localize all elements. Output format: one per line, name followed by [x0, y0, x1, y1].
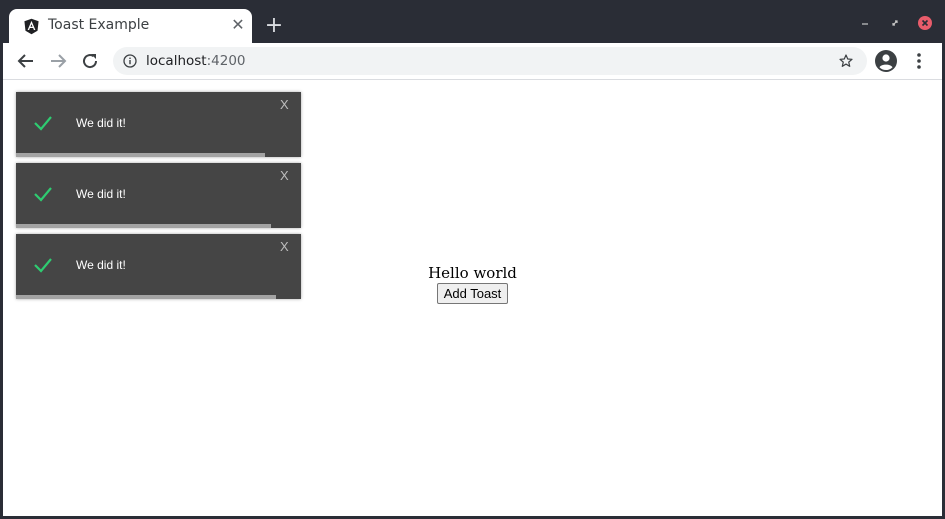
close-window-icon[interactable] [916, 14, 934, 32]
info-icon[interactable] [123, 54, 137, 68]
profile-avatar-icon[interactable] [874, 49, 898, 73]
angular-icon [24, 18, 39, 35]
reload-icon[interactable] [78, 49, 102, 73]
toast[interactable]: We did it! X [16, 163, 301, 228]
back-arrow-icon[interactable] [14, 49, 38, 73]
check-icon [34, 116, 52, 131]
toast-close-button[interactable]: X [280, 97, 289, 112]
minimize-icon[interactable] [856, 14, 874, 32]
toast-close-button[interactable]: X [280, 239, 289, 254]
url-text[interactable]: localhost:4200 [146, 53, 246, 69]
browser-toolbar: localhost:4200 [3, 43, 942, 80]
toast-close-button[interactable]: X [280, 168, 289, 183]
url-host: localhost [146, 53, 207, 69]
toast-progress-bar [16, 224, 271, 228]
page-content: We did it! X We did it! X We did it! X H… [3, 80, 942, 516]
toast-progress-bar [16, 153, 266, 157]
toast[interactable]: We did it! X [16, 92, 301, 157]
forward-arrow-icon[interactable] [46, 49, 70, 73]
hello-heading: Hello world [428, 264, 517, 282]
tab-close-icon[interactable]: ✕ [228, 15, 248, 35]
main-content: Hello world Add Toast [3, 264, 942, 304]
toast-message: We did it! [76, 187, 126, 201]
address-bar[interactable]: localhost:4200 [113, 47, 867, 75]
bookmark-star-icon[interactable] [838, 53, 854, 69]
browser-window: Toast Example ✕ + localhost:4200 We did … [3, 2, 942, 516]
tab-title: Toast Example [48, 17, 150, 33]
check-icon [34, 187, 52, 202]
new-tab-button[interactable]: + [262, 14, 286, 38]
browser-tab[interactable]: Toast Example ✕ [9, 9, 252, 43]
add-toast-button[interactable]: Add Toast [436, 283, 509, 304]
title-bar: Toast Example ✕ + [3, 2, 942, 43]
menu-dots-icon[interactable] [907, 49, 931, 73]
toast-message: We did it! [76, 116, 126, 130]
url-port: :4200 [206, 53, 246, 69]
restore-icon[interactable] [886, 14, 904, 32]
